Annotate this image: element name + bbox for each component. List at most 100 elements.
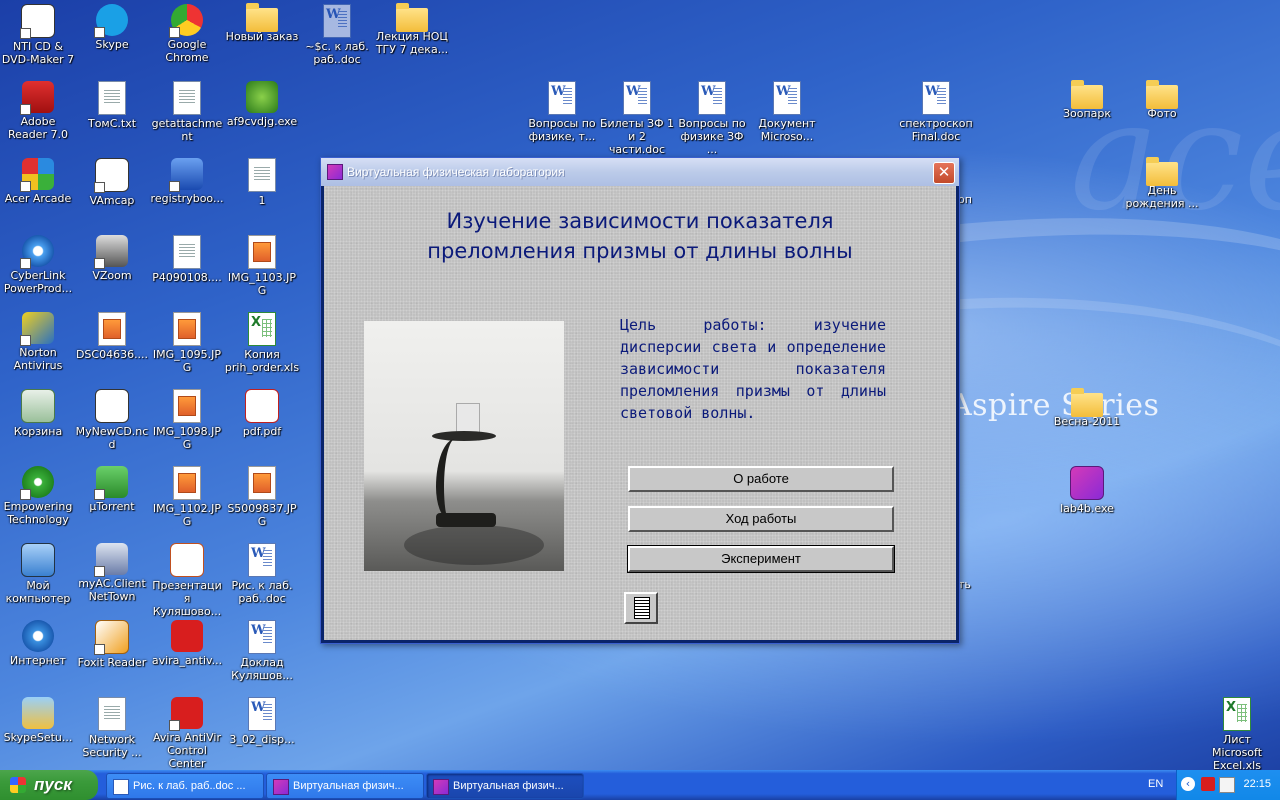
chrome-icon xyxy=(169,4,203,38)
desktop-icon-img-1102[interactable]: IMG_1102.JPG xyxy=(149,466,225,528)
desktop-icon-report-doc[interactable]: Доклад Куляшов... xyxy=(224,620,300,682)
desktop-icon-physics-questions-zf[interactable]: Вопросы по физике ЗФ ... xyxy=(674,81,750,156)
experiment-button[interactable]: Эксперимент xyxy=(627,545,895,573)
pdf-file-icon xyxy=(245,389,279,423)
skype-icon xyxy=(94,4,128,38)
powerpoint-file-icon xyxy=(170,543,204,577)
taskbar-item-virtual-lab-2[interactable]: Виртуальная физич... xyxy=(426,773,584,799)
desktop-icon-vzoom[interactable]: VZoom xyxy=(74,235,150,282)
desktop-icon-google-chrome[interactable]: Google Chrome xyxy=(149,4,225,64)
desktop-icon-af9cvdjg[interactable]: af9cvdjg.exe xyxy=(224,81,300,128)
desktop-icon-internet[interactable]: Интернет xyxy=(0,620,76,667)
desktop-icon-cyberlink[interactable]: CyberLink PowerProd... xyxy=(0,235,76,295)
desktop-icon-img-1098[interactable]: IMG_1098.JPG xyxy=(149,389,225,451)
desktop-icon-lab-figures-doc[interactable]: Рис. к лаб. раб..doc xyxy=(224,543,300,605)
folder-icon xyxy=(246,3,278,32)
foxit-reader-icon xyxy=(94,620,129,655)
network-tray-icon[interactable] xyxy=(1219,777,1235,793)
desktop-icon-avira-control-center[interactable]: Avira AntiVir Control Center xyxy=(149,697,225,770)
image-file-icon xyxy=(173,466,201,500)
desktop-icon-lecture-folder[interactable]: Лекция НОЦ ТГУ 7 дека... xyxy=(374,3,450,56)
desktop-icon-empowering-technology[interactable]: Empowering Technology xyxy=(0,466,76,526)
desktop-icon-vamcap[interactable]: VAmcap xyxy=(74,158,150,207)
image-file-icon xyxy=(173,389,201,423)
desktop-icon-birthday-folder[interactable]: День рождения ... xyxy=(1124,157,1200,210)
desktop-icon-dsc04636[interactable]: DSC04636.... xyxy=(74,312,150,361)
desktop-icon-skype-setup[interactable]: SkypeSetu... xyxy=(0,697,76,744)
clock[interactable]: 22:15 xyxy=(1243,778,1271,790)
desktop-icon-photo-folder[interactable]: Фото xyxy=(1124,80,1200,120)
language-indicator[interactable]: EN xyxy=(1148,778,1163,790)
desktop-icon-getattachment[interactable]: getattachment xyxy=(149,81,225,143)
registry-booster-icon xyxy=(169,158,203,192)
avira-icon xyxy=(169,697,203,731)
desktop-icon-s5009837[interactable]: S5009837.JPG xyxy=(224,466,300,528)
heading-line-2: преломления призмы от длины волны xyxy=(427,239,853,263)
desktop-icon-my-computer[interactable]: Мой компьютер xyxy=(0,543,76,605)
internet-explorer-icon xyxy=(22,620,54,652)
desktop-icon-img-1095[interactable]: IMG_1095.JPG xyxy=(149,312,225,374)
myac-client-icon xyxy=(94,543,128,577)
desktop-icon-acer-arcade[interactable]: Acer Arcade xyxy=(0,158,76,205)
desktop-icon-spring-2011-folder[interactable]: Весна-2011 xyxy=(1049,388,1125,428)
lab-icon xyxy=(433,779,449,795)
unknown-file-icon xyxy=(173,81,201,115)
desktop-icon-3-02-disp[interactable]: 3_02_disp... xyxy=(224,697,300,746)
excel-file-icon xyxy=(248,312,276,346)
desktop-icon-mynewcd[interactable]: MyNewCD.ncd xyxy=(74,389,150,451)
desktop-icon-file-1[interactable]: 1 xyxy=(224,158,300,207)
window-titlebar[interactable]: Виртуальная физическая лаборатория ✕ xyxy=(321,158,959,186)
desktop-icon-adobe-reader[interactable]: Adobe Reader 7.0 xyxy=(0,81,76,141)
vamcap-icon xyxy=(94,158,129,193)
desktop-icon-utorrent[interactable]: µTorrent xyxy=(74,466,150,513)
excel-file-icon xyxy=(1223,697,1251,731)
desktop-icon-tomc-txt[interactable]: ТомС.txt xyxy=(74,81,150,130)
desktop-icon-physics-questions[interactable]: Вопросы по физике, т... xyxy=(524,81,600,143)
desktop-icon-recycle-bin[interactable]: Корзина xyxy=(0,389,76,438)
desktop-icon-lab4b-exe[interactable]: lab4b.exe xyxy=(1049,466,1125,515)
desktop-icon-nti-cd-maker[interactable]: NTI CD & DVD-Maker 7 xyxy=(0,4,76,66)
start-button[interactable]: пуск xyxy=(0,770,98,800)
desktop-icon-pdf[interactable]: pdf.pdf xyxy=(224,389,300,438)
nti-cd-icon xyxy=(20,4,55,39)
desktop-icon-new-order-folder[interactable]: Новый заказ xyxy=(224,3,300,43)
desktop-icon-avira-antivir[interactable]: avira_antiv... xyxy=(149,620,225,667)
adobe-reader-icon xyxy=(20,81,54,115)
desktop-icon-prih-order-xls[interactable]: Копия prih_order.xls xyxy=(224,312,300,374)
taskbar-item-virtual-lab-1[interactable]: Виртуальная физич... xyxy=(266,773,424,799)
word-document-icon xyxy=(623,81,651,115)
avira-tray-icon[interactable] xyxy=(1201,777,1215,791)
tray-expand-icon[interactable]: ‹ xyxy=(1181,777,1195,791)
desktop-icon-temp-doc[interactable]: ~$с. к лаб. раб..doc xyxy=(299,4,375,66)
desktop-icon-skype[interactable]: Skype xyxy=(74,4,150,51)
desktop-icon-presentation[interactable]: Презентация Куляшово... xyxy=(149,543,225,618)
desktop-icon-network-security[interactable]: Network Security ... xyxy=(74,697,150,759)
desktop-icon-excel-sheet[interactable]: Лист Microsoft Excel.xls xyxy=(1199,697,1275,772)
notepad-button[interactable] xyxy=(624,592,658,624)
desktop-icon-myac-client[interactable]: myAC.Client NetTown xyxy=(74,543,150,603)
folder-icon xyxy=(1146,157,1178,186)
unknown-file-icon xyxy=(248,158,276,192)
about-button[interactable]: О работе xyxy=(628,466,894,492)
desktop-icon-foxit-reader[interactable]: Foxit Reader xyxy=(74,620,150,669)
desktop-icon-zoo-folder[interactable]: Зоопарк xyxy=(1049,80,1125,120)
procedure-button[interactable]: Ход работы xyxy=(628,506,894,532)
word-icon xyxy=(113,779,129,795)
desktop-icon-tickets-doc[interactable]: Билеты ЗФ 1 и 2 части.doc xyxy=(599,81,675,156)
desktop-icon-microsoft-document[interactable]: Документ Microsо... xyxy=(749,81,825,143)
desktop-icon-spectroscope-doc[interactable]: спектроскоп Final.doc xyxy=(898,81,974,143)
image-file-icon xyxy=(248,466,276,500)
prism-table-photo xyxy=(364,321,564,571)
word-document-icon xyxy=(323,4,351,38)
hidden-icon-label-fragment: оп xyxy=(958,193,972,206)
taskbar-item-word-doc[interactable]: Рис. к лаб. раб..doc ... xyxy=(106,773,264,799)
utorrent-icon xyxy=(94,466,128,500)
desktop-icon-registrybooster[interactable]: registryboo... xyxy=(149,158,225,205)
close-button[interactable]: ✕ xyxy=(933,162,955,184)
image-file-icon xyxy=(98,312,126,346)
desktop-icon-img-1103[interactable]: IMG_1103.JPG xyxy=(224,235,300,297)
document-file-icon xyxy=(98,697,126,731)
desktop-icon-norton-antivirus[interactable]: Norton Antivirus xyxy=(0,312,76,372)
desktop-icon-p4090108[interactable]: P4090108.... xyxy=(149,235,225,284)
windows-flag-icon xyxy=(10,777,26,793)
